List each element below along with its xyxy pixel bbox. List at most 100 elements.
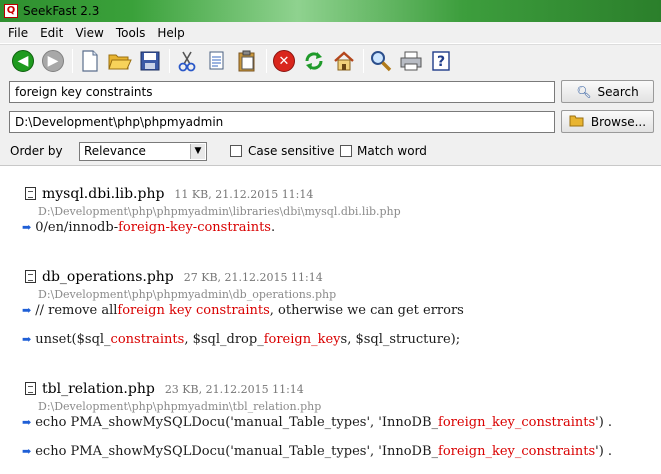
find-button[interactable] [368, 48, 394, 74]
match-text: ') . [595, 415, 613, 430]
browse-button[interactable]: Browse... [561, 110, 654, 133]
result-file-name[interactable]: db_operations.php [42, 269, 174, 285]
result-match-line[interactable]: ➡ echo PMA_showMySQLDocu('manual_Table_t… [22, 415, 612, 430]
magnifier-q-icon: Q [4, 4, 18, 18]
title-bar: Q SeekFast 2.3 [0, 0, 661, 22]
stop-icon: ✕ [273, 50, 295, 72]
menu-view[interactable]: View [69, 26, 109, 40]
result-file-header[interactable]: db_operations.php 27 KB, 21.12.2015 11:1… [25, 268, 323, 285]
document-icon [25, 270, 36, 283]
new-document-icon [82, 50, 98, 72]
home-button[interactable] [331, 48, 357, 74]
refresh-button[interactable] [301, 48, 327, 74]
options-bar: Order by Relevance ▼ Case sensitive Matc… [0, 138, 661, 166]
match-text: // remove all [35, 303, 118, 318]
save-button[interactable] [137, 48, 163, 74]
result-match-line[interactable]: ➡ // remove all foreign key constraints … [22, 303, 464, 318]
folder-icon [569, 114, 585, 130]
match-text: ') . [595, 444, 613, 459]
arrow-right-icon: ➡ [22, 445, 32, 458]
result-file-meta: 11 KB, 21.12.2015 11:14 [174, 188, 314, 201]
find-icon [371, 51, 392, 72]
save-icon [140, 51, 160, 71]
help-button[interactable]: ? [428, 48, 454, 74]
toolbar-separator [72, 49, 73, 73]
forward-button[interactable]: ▶ [40, 48, 66, 74]
arrow-right-icon: ➡ [22, 304, 32, 317]
order-by-label: Order by [10, 144, 63, 158]
match-text: unset($sql_ [35, 332, 111, 347]
match-highlight: foreign-key-constraints [118, 220, 271, 235]
match-highlight: foreign_key [263, 332, 341, 347]
menu-bar: File Edit View Tools Help [0, 22, 661, 43]
toolbar-separator [266, 49, 267, 73]
result-file-meta: 27 KB, 21.12.2015 11:14 [183, 271, 323, 284]
match-text: , $sql_drop_ [184, 332, 264, 347]
match-word-checkbox[interactable] [340, 145, 352, 157]
match-text: echo PMA_showMySQLDocu('manual_Table_typ… [35, 444, 439, 459]
results-pane: mysql.dbi.lib.php 11 KB, 21.12.2015 11:1… [0, 167, 661, 474]
match-text: , otherwise we can get errors [269, 303, 464, 318]
result-file-path: D:\Development\php\phpmyadmin\tbl_relati… [38, 400, 322, 413]
arrow-right-icon: ➡ [22, 416, 32, 429]
folder-path-input[interactable] [9, 111, 555, 133]
arrow-right-icon: ➡ [22, 333, 32, 346]
search-row: 🔍︎ Search [0, 77, 661, 107]
result-match-line[interactable]: ➡ echo PMA_showMySQLDocu('manual_Table_t… [22, 444, 612, 459]
result-file-header[interactable]: mysql.dbi.lib.php 11 KB, 21.12.2015 11:1… [25, 185, 313, 202]
menu-edit[interactable]: Edit [34, 26, 69, 40]
match-highlight: foreign_key_constraints [438, 415, 596, 430]
search-icon: 🔍︎ [576, 84, 592, 99]
search-button[interactable]: 🔍︎ Search [561, 80, 654, 103]
case-sensitive-checkbox[interactable] [230, 145, 242, 157]
copy-button[interactable] [204, 48, 230, 74]
open-folder-icon [108, 54, 132, 70]
case-sensitive-label: Case sensitive [248, 144, 335, 158]
document-icon [25, 187, 36, 200]
result-file-name[interactable]: mysql.dbi.lib.php [42, 186, 164, 202]
help-icon: ? [432, 51, 450, 71]
search-input[interactable] [9, 81, 555, 103]
refresh-icon [305, 52, 323, 70]
menu-help[interactable]: Help [151, 26, 190, 40]
search-button-label: Search [597, 84, 639, 99]
home-icon [334, 51, 354, 71]
svg-text:?: ? [437, 54, 445, 70]
result-file-meta: 23 KB, 21.12.2015 11:14 [164, 383, 304, 396]
match-word-label: Match word [357, 144, 427, 158]
order-by-value: Relevance [84, 144, 146, 158]
cut-button[interactable] [174, 48, 200, 74]
print-icon [400, 51, 422, 71]
folder-row: Browse... [0, 107, 661, 138]
menu-tools[interactable]: Tools [110, 26, 152, 40]
document-icon [25, 382, 36, 395]
forward-icon: ▶ [42, 50, 64, 72]
window-title: SeekFast 2.3 [23, 4, 100, 18]
match-text: echo PMA_showMySQLDocu('manual_Table_typ… [35, 415, 439, 430]
arrow-right-icon: ➡ [22, 221, 32, 234]
menu-file[interactable]: File [0, 26, 34, 40]
match-highlight: foreign key constraints [117, 303, 270, 318]
match-text: 0/en/innodb- [35, 220, 119, 235]
stop-button[interactable]: ✕ [271, 48, 297, 74]
toolbar: ◀ ▶ ✕ ? [0, 44, 661, 77]
order-by-select[interactable]: Relevance ▼ [79, 142, 207, 161]
browse-button-label: Browse... [590, 114, 647, 129]
result-file-name[interactable]: tbl_relation.php [42, 381, 155, 397]
copy-icon [209, 51, 224, 70]
open-folder-button[interactable] [107, 48, 133, 74]
back-button[interactable]: ◀ [10, 48, 36, 74]
match-text: s, $sql_structure); [340, 332, 461, 347]
match-highlight: constraints [110, 332, 185, 347]
toolbar-separator [169, 49, 170, 73]
result-match-line[interactable]: ➡ 0/en/innodb- foreign-key-constraints . [22, 220, 275, 235]
paste-button[interactable] [234, 48, 260, 74]
result-file-header[interactable]: tbl_relation.php 23 KB, 21.12.2015 11:14 [25, 380, 304, 397]
chevron-down-icon[interactable]: ▼ [190, 144, 205, 159]
result-match-line[interactable]: ➡ unset($sql_ constraints , $sql_drop_ f… [22, 332, 460, 347]
new-document-button[interactable] [77, 48, 103, 74]
print-button[interactable] [398, 48, 424, 74]
match-text: . [270, 220, 276, 235]
paste-icon [238, 50, 255, 72]
back-icon: ◀ [12, 50, 34, 72]
